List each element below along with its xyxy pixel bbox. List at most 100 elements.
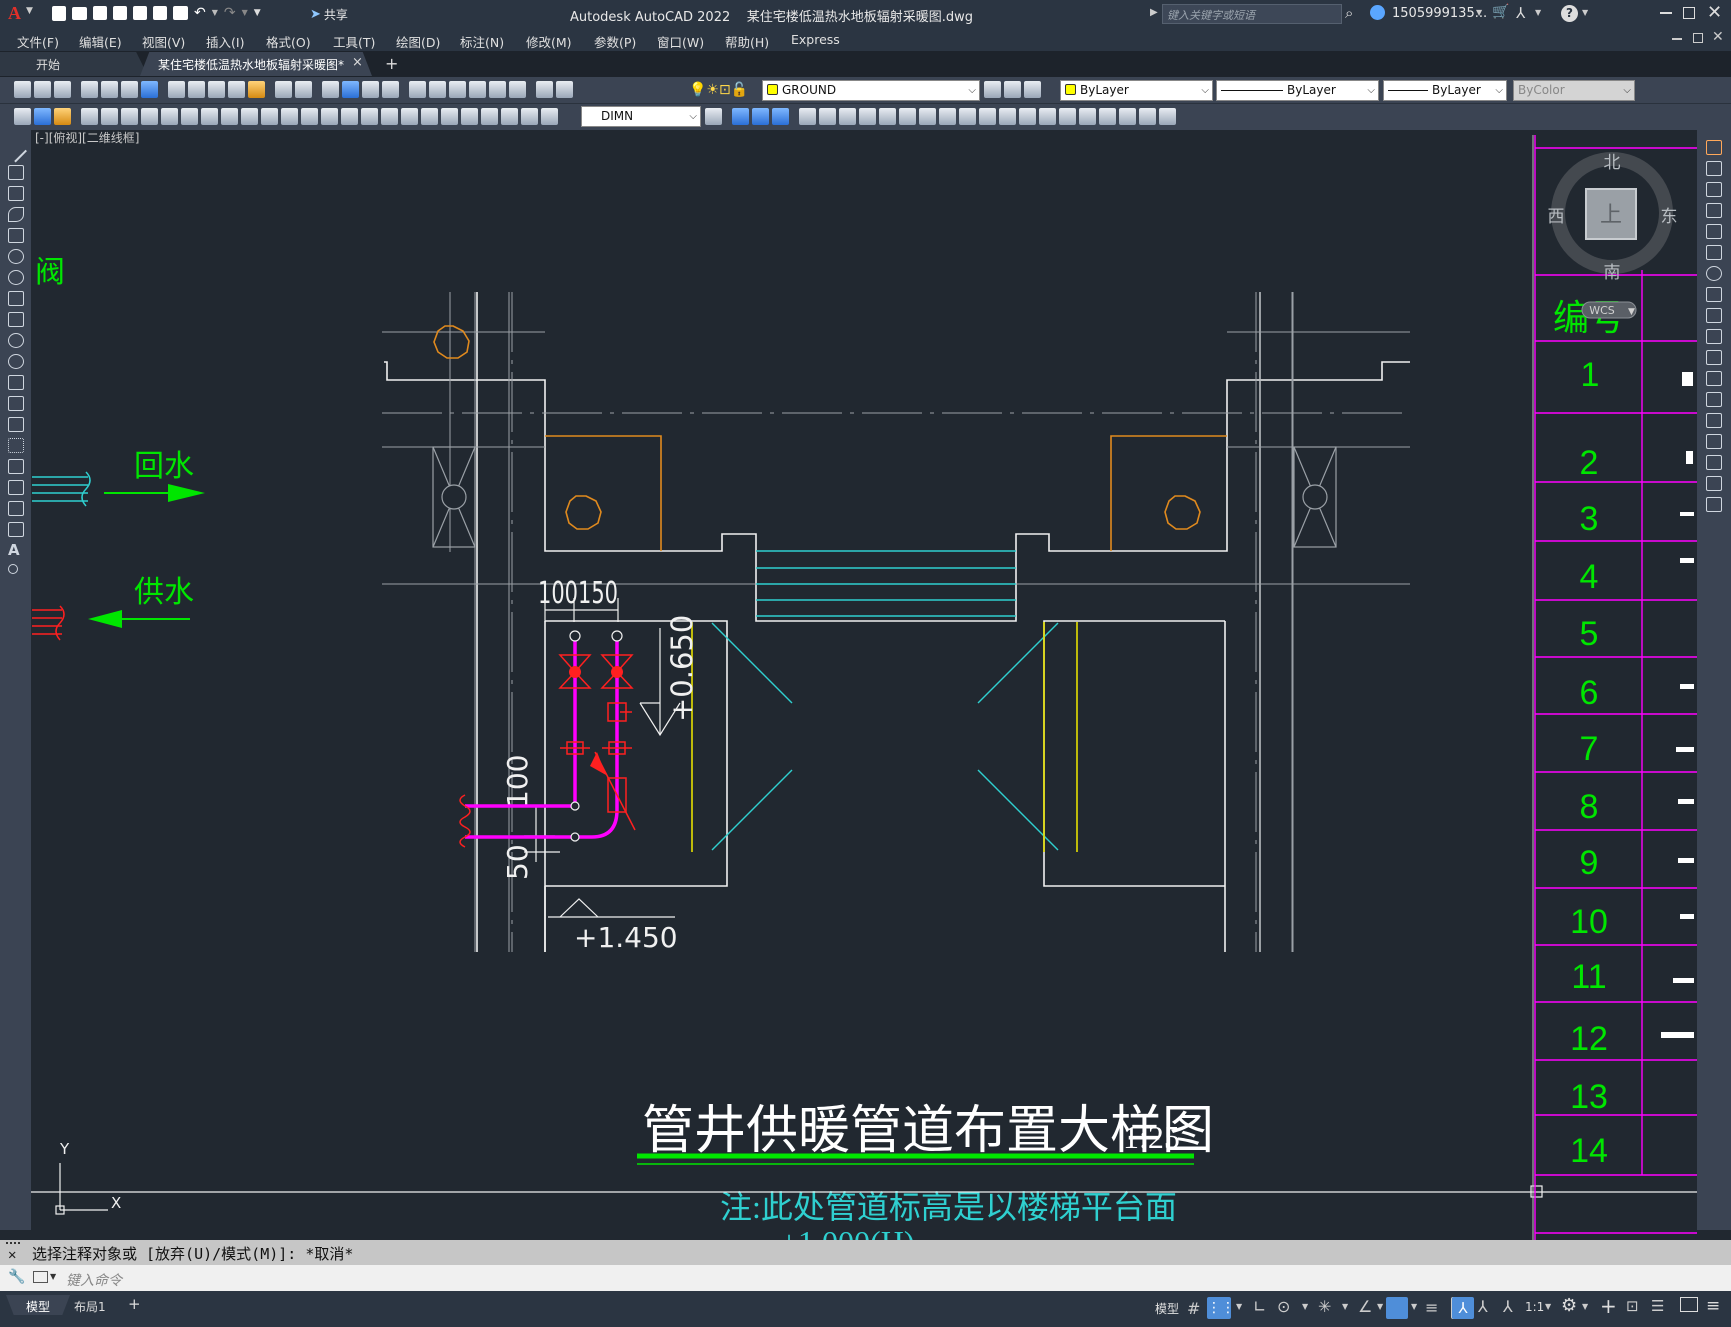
tab-layout1[interactable]: 布局1: [64, 1295, 128, 1315]
tab-start[interactable]: 开始: [0, 52, 148, 76]
maximize-icon[interactable]: [1683, 7, 1695, 19]
undo-dropdown-icon[interactable]: ▼: [212, 6, 218, 21]
workspace-gear-icon[interactable]: ⚙: [1561, 1295, 1577, 1316]
doc-minimize-icon[interactable]: [1672, 38, 1682, 40]
menu-window[interactable]: 窗口(W): [657, 32, 704, 51]
otrack-icon[interactable]: ∠: [1358, 1297, 1372, 1316]
app-menu-arrow-icon[interactable]: ▼: [26, 6, 33, 16]
menu-dimension[interactable]: 标注(N): [460, 32, 504, 51]
plotstyle-dropdown[interactable]: ByColor ⌵: [1513, 80, 1635, 101]
save-web-icon[interactable]: [153, 6, 167, 20]
minimize-icon[interactable]: [1660, 12, 1672, 14]
saveas-icon[interactable]: [113, 6, 127, 20]
save-icon[interactable]: [93, 6, 107, 20]
command-input[interactable]: 键入命令: [62, 1267, 1727, 1289]
tab-active-drawing[interactable]: 某住宅楼低温热水地板辐射采暖图* ×: [140, 52, 372, 76]
menu-format[interactable]: 格式(O): [266, 32, 311, 51]
new-tab-button[interactable]: +: [385, 54, 398, 73]
help-button[interactable]: ?: [1561, 5, 1578, 22]
layer-dropdown[interactable]: GROUND ⌵: [762, 80, 980, 101]
tab-close-icon[interactable]: ×: [352, 55, 363, 70]
customize-status-icon[interactable]: ≡: [1706, 1296, 1720, 1316]
modify-toolbar-icons[interactable]: [1706, 140, 1722, 512]
annotation-visibility-icon[interactable]: ⅄: [1452, 1297, 1474, 1319]
menu-tools[interactable]: 工具(T): [333, 32, 375, 51]
add-layout-button[interactable]: +: [128, 1295, 141, 1313]
grid-icon[interactable]: #: [1187, 1299, 1200, 1318]
recent-commands-dropdown-icon[interactable]: ▼: [50, 1272, 56, 1281]
app-logo[interactable]: A: [8, 3, 21, 24]
search-icon[interactable]: ⌕: [1345, 4, 1353, 22]
units-icon[interactable]: ⊡: [1626, 1297, 1639, 1315]
isodraft-icon[interactable]: ✳: [1318, 1297, 1331, 1316]
annotation-scale-icon[interactable]: ⅄: [1503, 1297, 1513, 1316]
share-button[interactable]: ➤ 共享: [310, 6, 348, 23]
add-scale-icon[interactable]: +: [1600, 1294, 1617, 1318]
doc-close-icon[interactable]: ✕: [1712, 29, 1724, 45]
layer-tools-icons[interactable]: [984, 81, 1041, 98]
user-icon[interactable]: [1370, 5, 1385, 20]
menu-insert[interactable]: 插入(I): [206, 32, 244, 51]
drawing-note-cutoff: +1.000(H): [780, 1224, 914, 1240]
lineweight-icon[interactable]: ≡: [1425, 1298, 1438, 1317]
search-box[interactable]: 键入关键字或短语: [1162, 4, 1342, 24]
otrack-dropdown-icon[interactable]: ▼: [1377, 1302, 1383, 1311]
standard-toolbar-icons[interactable]: [14, 81, 573, 98]
menu-edit[interactable]: 编辑(E): [79, 32, 122, 51]
workspace-dropdown-icon[interactable]: ▼: [1582, 1302, 1588, 1311]
menu-express[interactable]: Express: [791, 32, 840, 47]
menu-view[interactable]: 视图(V): [142, 32, 185, 51]
autodesk-a360-icon[interactable]: ⅄: [1516, 4, 1525, 22]
user-name[interactable]: 1505999135...: [1392, 6, 1487, 21]
auto-scale-icon[interactable]: ⅄: [1478, 1297, 1488, 1316]
osnap-icon[interactable]: [1386, 1297, 1408, 1319]
menu-help[interactable]: 帮助(H): [725, 32, 769, 51]
customize-wrench-icon[interactable]: 🔧: [8, 1269, 25, 1285]
cart-icon[interactable]: 🛒: [1492, 4, 1509, 20]
isodraft-dropdown-icon[interactable]: ▼: [1342, 1302, 1348, 1311]
doc-restore-icon[interactable]: [1693, 33, 1703, 43]
menu-file[interactable]: 文件(F): [17, 32, 59, 51]
search-expand-icon[interactable]: ▶: [1150, 7, 1158, 18]
command-close-icon[interactable]: ✕: [8, 1247, 16, 1263]
customize-qat-icon[interactable]: ▼: [254, 6, 261, 21]
lineweight-dropdown[interactable]: ByLayer ⌵: [1383, 80, 1507, 101]
modify-toolbar-icons[interactable]: [705, 108, 1176, 125]
menu-draw[interactable]: 绘图(D): [396, 32, 440, 51]
recent-commands-icon[interactable]: [33, 1271, 48, 1283]
redo-dropdown-icon[interactable]: ▼: [242, 6, 248, 21]
model-space-button[interactable]: 模型: [1155, 1300, 1179, 1317]
annotation-scale-dropdown-icon[interactable]: ▼: [1545, 1302, 1551, 1311]
annotation-scale-value[interactable]: 1:1: [1525, 1300, 1544, 1314]
osnap-dropdown-icon[interactable]: ▼: [1411, 1302, 1417, 1311]
close-icon[interactable]: ✕: [1707, 2, 1722, 23]
yellow-lines: [691, 622, 1078, 852]
menu-parametric[interactable]: 参数(P): [594, 32, 636, 51]
tab-model[interactable]: 模型: [6, 1295, 70, 1315]
polar-icon[interactable]: ⊙: [1277, 1297, 1290, 1316]
user-dropdown-icon[interactable]: ▼: [1476, 8, 1482, 17]
clean-screen-icon[interactable]: [1680, 1297, 1698, 1312]
menu-modify[interactable]: 修改(M): [526, 32, 572, 51]
dimension-toolbar-icons[interactable]: [14, 108, 558, 125]
snap-dropdown-icon[interactable]: ▼: [1236, 1302, 1242, 1311]
color-dropdown[interactable]: ByLayer ⌵: [1060, 80, 1213, 101]
open-icon[interactable]: [72, 7, 87, 20]
quick-properties-icon[interactable]: ☰: [1651, 1297, 1664, 1315]
new-icon[interactable]: [52, 6, 66, 21]
snap-icon[interactable]: ⋮⋮: [1207, 1297, 1235, 1319]
linetype-dropdown[interactable]: ByLayer ⌵: [1216, 80, 1379, 101]
a360-dropdown-icon[interactable]: ▼: [1535, 8, 1541, 17]
open-web-icon[interactable]: [133, 6, 147, 20]
ortho-icon[interactable]: ∟: [1253, 1297, 1266, 1316]
drawing-canvas[interactable]: [-][俯视][二维线框] 阀 回水 供水 100150 +0.650 100 …: [31, 130, 1697, 1240]
layer-state-icons[interactable]: 💡☀⊡🔓: [689, 82, 748, 98]
dimstyle-dropdown[interactable]: DIMN ⌵: [581, 106, 701, 127]
help-dropdown-icon[interactable]: ▼: [1582, 8, 1588, 17]
undo-icon[interactable]: ↶: [194, 6, 206, 21]
plot-icon[interactable]: [173, 6, 188, 20]
return-water-label: 回水: [134, 449, 194, 484]
redo-icon[interactable]: ↷: [224, 6, 236, 21]
polar-dropdown-icon[interactable]: ▼: [1302, 1302, 1308, 1311]
draw-toolbar-icons[interactable]: A: [5, 140, 27, 574]
